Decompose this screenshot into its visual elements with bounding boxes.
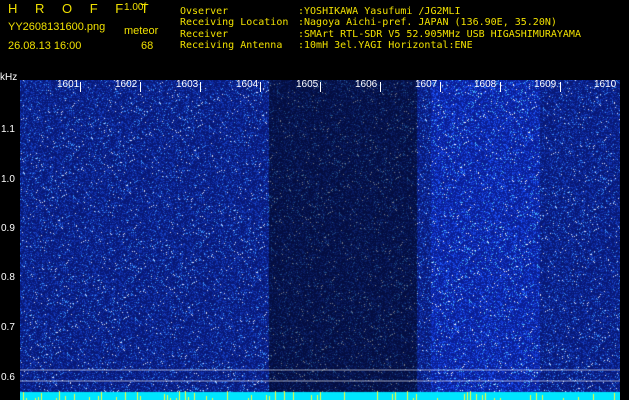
time-tick <box>500 82 501 92</box>
ytick-label: 0.6 <box>1 372 15 383</box>
antenna-label: Receiving Antenna <box>180 40 283 51</box>
ytick-label: 1.0 <box>1 174 15 185</box>
time-tick <box>380 82 381 92</box>
time-label: 1605 <box>296 79 319 90</box>
time-label: 1601 <box>57 79 80 90</box>
time-label: 1609 <box>534 79 557 90</box>
receiver-label: Receiver <box>180 29 229 40</box>
observer-label: Ovserver <box>180 6 229 17</box>
frequency-unit-label: kHz <box>0 72 18 83</box>
time-label: 1607 <box>415 79 438 90</box>
location-label: Receiving Location <box>180 17 289 28</box>
receiver-value: :SMArt RTL-SDR V5 52.905MHz USB HIGASHIM… <box>298 29 581 40</box>
meteor-count: 68 <box>141 40 154 52</box>
mode-label: meteor <box>124 25 159 37</box>
datetime-label: 26.08.13 16:00 <box>8 40 82 52</box>
time-label: 1610 <box>594 79 617 90</box>
location-value: :Nagoya Aichi-pref. JAPAN (136.90E, 35.2… <box>298 17 557 28</box>
ytick-label: 0.7 <box>1 322 15 333</box>
ytick-label: 1.1 <box>1 124 15 135</box>
time-label: 1604 <box>236 79 259 90</box>
hroff-display: H R O F F T 1.00f YY2608131600.png meteo… <box>0 0 629 400</box>
time-label: 1602 <box>115 79 138 90</box>
ytick-label: 0.9 <box>1 223 15 234</box>
time-tick <box>260 82 261 92</box>
time-tick <box>560 82 561 92</box>
antenna-value: :10mH 3el.YAGI Horizontal:ENE <box>298 40 473 51</box>
time-tick <box>440 82 441 92</box>
right-margin <box>620 80 629 400</box>
version-label: 1.00f <box>124 2 147 13</box>
time-label: 1608 <box>474 79 497 90</box>
observer-value: :YOSHIKAWA Yasufumi /JG2MLI <box>298 6 461 17</box>
time-label: 1603 <box>176 79 199 90</box>
time-tick <box>200 82 201 92</box>
time-tick <box>80 82 81 92</box>
filename-label: YY2608131600.png <box>8 21 106 33</box>
time-tick <box>320 82 321 92</box>
time-label: 1606 <box>355 79 378 90</box>
spectrogram <box>20 80 620 400</box>
ytick-label: 0.8 <box>1 272 15 283</box>
spectrogram-overlay <box>20 369 620 382</box>
time-tick <box>140 82 141 92</box>
